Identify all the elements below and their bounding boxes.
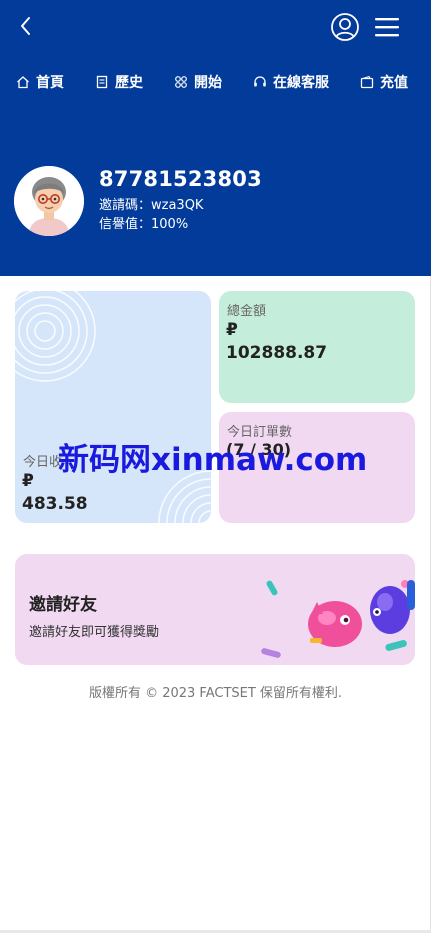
today-earnings-card: 今日收 ₽ 483.58 (15, 291, 211, 523)
total-amount-label: 總金額 (227, 304, 267, 319)
total-amount-value: 102888.87 (226, 343, 328, 363)
user-phone-number: 87781523803 (99, 167, 262, 191)
nav-item-home[interactable]: 首頁 (16, 70, 64, 94)
grid-icon (175, 76, 187, 88)
ripple-decoration-icon (15, 291, 211, 523)
wallet-icon (360, 75, 374, 89)
footer-copyright: 版權所有 © 2023 FACTSET 保留所有權利. (88, 686, 343, 701)
invite-subtitle: 邀請好友即可獲得獎勵 (29, 625, 160, 640)
document-icon (96, 75, 108, 89)
watermark-text: 新码网xinmaw.com (58, 442, 368, 478)
invite-friends-banner[interactable]: 邀請好友 邀請好友即可獲得獎勵 (15, 554, 415, 665)
today-earnings-currency: ₽ (22, 471, 34, 491)
nav-item-history[interactable]: 歷史 (95, 70, 143, 94)
user-circle-icon (331, 13, 359, 41)
nav-item-start[interactable]: 開始 (174, 70, 222, 94)
back-button[interactable] (14, 14, 38, 38)
invite-code-line: 邀請碼：wza3QK (99, 198, 204, 213)
gift-illustration-icon (261, 580, 415, 658)
total-amount-card: 總金額 ₽ 102888.87 (219, 291, 415, 403)
total-amount-currency: ₽ (226, 320, 238, 340)
avatar[interactable] (14, 166, 84, 236)
nav-label-recharge: 充值 (380, 75, 408, 91)
menu-button[interactable] (374, 15, 400, 39)
nav-item-recharge[interactable]: 充值 (360, 70, 408, 94)
today-earnings-label: 今日收 (23, 455, 63, 470)
credit-score-line: 信譽值：100% (99, 217, 189, 232)
nav-item-support[interactable]: 在線客服 (253, 70, 329, 94)
nav-label-home: 首頁 (36, 75, 64, 91)
top-header: 首頁 歷史 開始 在線客服 充值 87781523803 邀請碼：wza3QK … (0, 0, 431, 276)
home-icon (17, 76, 29, 89)
avatar-image (14, 166, 84, 236)
main-nav: 首頁 歷史 開始 在線客服 充值 (0, 70, 431, 94)
headset-icon (254, 76, 266, 87)
invite-title: 邀請好友 (29, 595, 97, 615)
nav-label-support: 在線客服 (273, 75, 329, 91)
user-profile-button[interactable] (330, 12, 360, 42)
nav-label-start: 開始 (194, 75, 222, 91)
hamburger-menu-icon (375, 18, 399, 37)
nav-label-history: 歷史 (115, 75, 143, 91)
chevron-left-icon (21, 17, 30, 35)
today-earnings-value: 483.58 (22, 494, 88, 514)
